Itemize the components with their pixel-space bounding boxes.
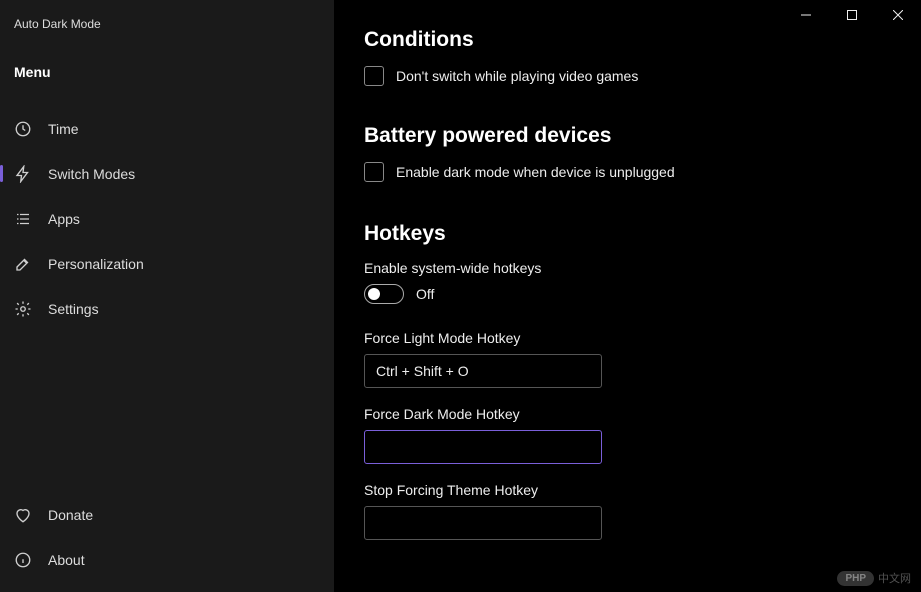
list-icon [14, 210, 32, 228]
section-heading-hotkeys: Hotkeys [364, 222, 891, 246]
hotkey-dark-label: Force Dark Mode Hotkey [364, 406, 891, 422]
main-content: Conditions Don't switch while playing vi… [334, 0, 921, 592]
toggle-knob [368, 288, 380, 300]
watermark-text: 中文网 [878, 570, 911, 586]
watermark-badge: PHP [837, 571, 874, 586]
hotkey-stop-label: Stop Forcing Theme Hotkey [364, 482, 891, 498]
sidebar-item-switch-modes[interactable]: Switch Modes [0, 151, 334, 196]
sidebar-item-label: Time [48, 121, 79, 137]
edit-icon [14, 255, 32, 273]
sidebar-item-settings[interactable]: Settings [0, 286, 334, 331]
sidebar: Auto Dark Mode Menu Time Switch Modes Ap… [0, 0, 334, 592]
section-heading-battery: Battery powered devices [364, 124, 891, 148]
checkbox-video-games[interactable] [364, 66, 384, 86]
hotkey-stop-input[interactable] [364, 506, 602, 540]
hotkey-field-dark: Force Dark Mode Hotkey [364, 406, 891, 464]
checkbox-row-video-games: Don't switch while playing video games [364, 66, 891, 86]
checkbox-unplugged[interactable] [364, 162, 384, 182]
nav-bottom: Donate About [0, 492, 334, 592]
nav-list: Time Switch Modes Apps Personalization S… [0, 98, 334, 492]
minimize-button[interactable] [783, 0, 829, 30]
checkbox-row-unplugged: Enable dark mode when device is unplugge… [364, 162, 891, 182]
menu-header: Menu [0, 38, 334, 98]
sidebar-item-label: Personalization [48, 256, 144, 272]
section-heading-conditions: Conditions [364, 28, 891, 52]
sidebar-item-label: Switch Modes [48, 166, 135, 182]
hotkey-field-light: Force Light Mode Hotkey [364, 330, 891, 388]
window-controls [783, 0, 921, 30]
sidebar-item-label: Apps [48, 211, 80, 227]
maximize-button[interactable] [829, 0, 875, 30]
info-icon [14, 551, 32, 569]
hotkey-light-label: Force Light Mode Hotkey [364, 330, 891, 346]
sidebar-item-personalization[interactable]: Personalization [0, 241, 334, 286]
hotkey-field-stop: Stop Forcing Theme Hotkey [364, 482, 891, 540]
enable-hotkeys-toggle[interactable] [364, 284, 404, 304]
sidebar-item-label: About [48, 552, 85, 568]
toggle-state-text: Off [416, 286, 434, 302]
hotkey-light-input[interactable] [364, 354, 602, 388]
checkbox-label: Enable dark mode when device is unplugge… [396, 164, 675, 180]
gear-icon [14, 300, 32, 318]
sidebar-item-time[interactable]: Time [0, 106, 334, 151]
sidebar-item-apps[interactable]: Apps [0, 196, 334, 241]
sidebar-item-about[interactable]: About [0, 537, 334, 582]
section-hotkeys: Hotkeys Enable system-wide hotkeys Off F… [364, 222, 891, 540]
lightning-icon [14, 165, 32, 183]
heart-icon [14, 506, 32, 524]
app-title: Auto Dark Mode [0, 8, 334, 38]
checkbox-label: Don't switch while playing video games [396, 68, 638, 84]
watermark: PHP 中文网 [837, 570, 911, 586]
sidebar-item-label: Donate [48, 507, 93, 523]
enable-hotkeys-label: Enable system-wide hotkeys [364, 260, 891, 276]
section-battery: Battery powered devices Enable dark mode… [364, 124, 891, 182]
clock-icon [14, 120, 32, 138]
sidebar-item-label: Settings [48, 301, 99, 317]
close-button[interactable] [875, 0, 921, 30]
sidebar-item-donate[interactable]: Donate [0, 492, 334, 537]
hotkey-dark-input[interactable] [364, 430, 602, 464]
toggle-row: Off [364, 284, 891, 304]
